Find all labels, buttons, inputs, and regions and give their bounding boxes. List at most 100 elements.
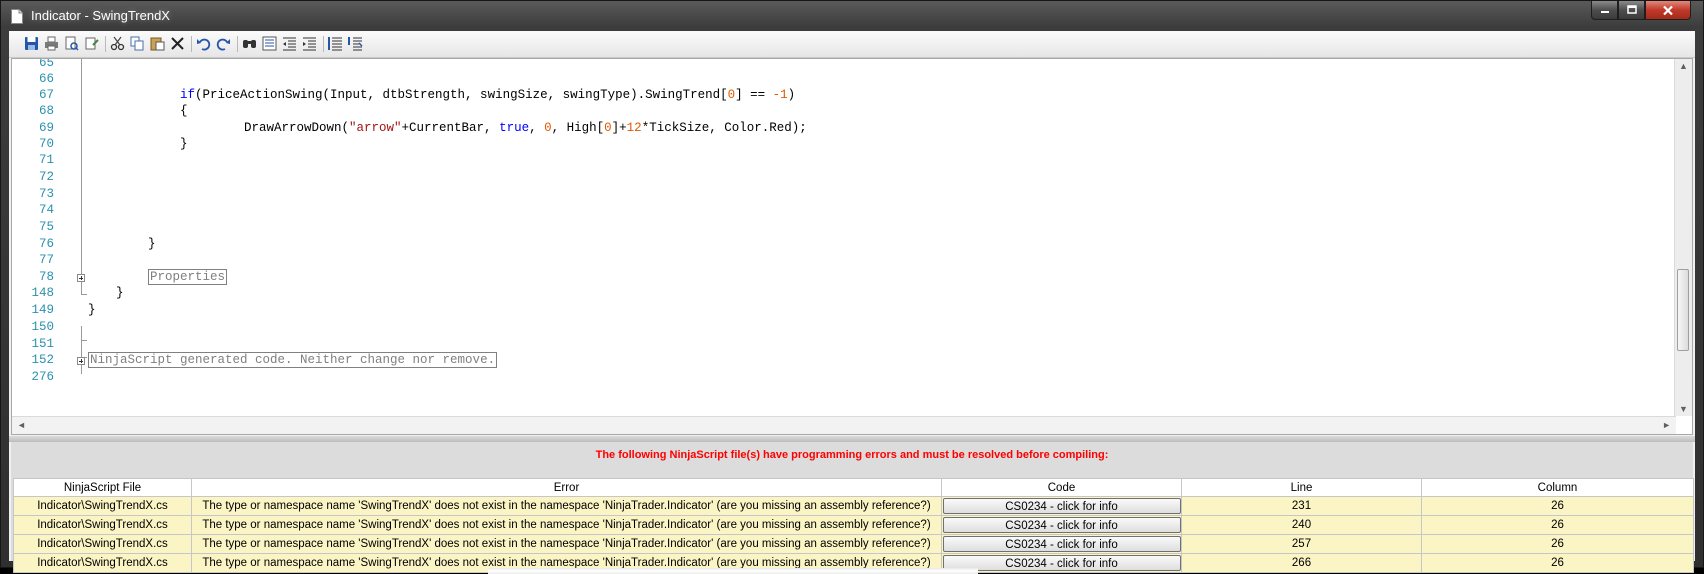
print-preview-icon[interactable]	[63, 35, 80, 52]
line-number: 150	[31, 320, 54, 334]
code-text: }	[148, 237, 156, 251]
code-text: DrawArrowDown(	[244, 121, 350, 135]
delete-icon[interactable]	[169, 35, 186, 52]
error-code-button[interactable]: CS0234 - click for info	[942, 498, 1181, 514]
code-text: )	[787, 88, 796, 102]
code-line: 70 }	[12, 136, 1672, 153]
find-icon[interactable]	[241, 35, 258, 52]
line-number: 66	[38, 72, 54, 86]
code-text: {	[180, 104, 188, 118]
page-setup-icon[interactable]	[83, 35, 100, 52]
column-header-line[interactable]: Line	[1181, 478, 1422, 497]
error-column-cell: 26	[1421, 515, 1694, 535]
code-line: 76 }	[12, 236, 1672, 253]
line-number: 78	[38, 270, 54, 284]
code-line: 66	[12, 71, 1672, 88]
line-number: 70	[38, 137, 54, 151]
error-text-cell: The type or namespace name 'SwingTrendX'…	[191, 534, 942, 554]
line-number: 75	[38, 220, 54, 234]
minimize-icon	[1600, 11, 1609, 13]
code-editor[interactable]: 65 66 67 if(PriceActionSwing(Input, dtbS…	[11, 58, 1693, 435]
code-number: 0	[544, 121, 552, 135]
code-line: 149 }	[12, 302, 1672, 319]
error-row[interactable]: Indicator\SwingTrendX.cs The type or nam…	[13, 534, 1694, 554]
code-string: "arrow"	[349, 121, 402, 135]
cut-icon[interactable]	[109, 35, 126, 52]
code-line: 151	[12, 336, 1672, 353]
code-line: 72	[12, 169, 1672, 186]
code-text: }	[116, 286, 124, 300]
error-code-cell: CS0234 - click for info	[941, 496, 1182, 516]
column-header-code[interactable]: Code	[941, 478, 1182, 497]
outdent-icon[interactable]	[281, 35, 298, 52]
error-column-cell: 26	[1421, 534, 1694, 554]
undo-icon[interactable]	[195, 35, 212, 52]
error-code-button[interactable]: CS0234 - click for info	[942, 555, 1181, 571]
comment-icon[interactable]	[327, 35, 344, 52]
indent-icon[interactable]	[301, 35, 318, 52]
print-icon[interactable]	[43, 35, 60, 52]
collapsed-region-generated-code[interactable]: NinjaScript generated code. Neither chan…	[88, 352, 498, 368]
maximize-button[interactable]	[1618, 1, 1645, 20]
ninjascript-editor-window: Indicator - SwingTrendX 65 66 67 if(Pric…	[0, 0, 1704, 573]
toolbar-separator	[191, 36, 192, 52]
code-line: 152 NinjaScript generated code. Neither …	[12, 352, 1672, 369]
line-number: 152	[31, 353, 54, 367]
expand-region-icon[interactable]	[77, 357, 85, 365]
vertical-scrollbar[interactable]: ▲ ▼	[1674, 59, 1692, 416]
scroll-left-icon[interactable]: ◄	[17, 420, 26, 430]
code-line: 75	[12, 219, 1672, 236]
column-header-file[interactable]: NinjaScript File	[13, 478, 192, 497]
code-line: 148 }	[12, 285, 1672, 302]
error-row[interactable]: Indicator\SwingTrendX.cs The type or nam…	[13, 496, 1694, 516]
code-text: +CurrentBar,	[401, 121, 500, 135]
error-file-cell: Indicator\SwingTrendX.cs	[13, 534, 192, 554]
code-keyword: if	[180, 88, 196, 102]
save-icon[interactable]	[23, 35, 40, 52]
line-number: 276	[31, 370, 54, 384]
code-line: 65	[12, 59, 1672, 72]
code-line: 68 {	[12, 103, 1672, 120]
title-bar[interactable]: Indicator - SwingTrendX	[1, 1, 1703, 31]
redo-icon[interactable]	[215, 35, 232, 52]
code-number: -1	[772, 88, 788, 102]
scroll-right-icon[interactable]: ►	[1662, 420, 1671, 430]
line-number: 74	[38, 203, 54, 217]
paste-icon[interactable]	[149, 35, 166, 52]
code-line: 69 DrawArrowDown("arrow"+CurrentBar, tru…	[12, 120, 1672, 137]
column-header-error[interactable]: Error	[191, 478, 942, 497]
error-text-cell: The type or namespace name 'SwingTrendX'…	[191, 496, 942, 516]
window-controls	[1591, 1, 1691, 21]
code-text: ]+	[611, 121, 627, 135]
minimize-button[interactable]	[1591, 1, 1618, 20]
error-file-cell: Indicator\SwingTrendX.cs	[13, 515, 192, 535]
line-number: 71	[38, 153, 54, 167]
line-number: 151	[31, 337, 54, 351]
error-column-cell: 26	[1421, 496, 1694, 516]
line-number: 69	[38, 121, 54, 135]
replace-icon[interactable]	[261, 35, 278, 52]
expand-region-icon[interactable]	[77, 274, 85, 282]
error-code-button[interactable]: CS0234 - click for info	[942, 536, 1181, 552]
error-message: The following NinjaScript file(s) have p…	[595, 449, 1109, 461]
column-header-column[interactable]: Column	[1421, 478, 1694, 497]
code-text: }	[88, 303, 96, 317]
maximize-icon	[1626, 5, 1637, 14]
line-number: 73	[38, 187, 54, 201]
error-code-button[interactable]: CS0234 - click for info	[942, 517, 1181, 533]
code-text: *TickSize, Color.Red);	[641, 121, 807, 135]
collapsed-region-properties[interactable]: Properties	[148, 269, 228, 285]
line-number: 72	[38, 170, 54, 184]
scrollbar-thumb[interactable]	[1677, 269, 1689, 351]
horizontal-scrollbar[interactable]: ◄ ►	[12, 416, 1676, 434]
close-button[interactable]	[1645, 1, 1691, 20]
scroll-down-icon[interactable]: ▼	[1679, 404, 1688, 414]
uncomment-icon[interactable]	[347, 35, 364, 52]
copy-icon[interactable]	[129, 35, 146, 52]
code-line: 67 if(PriceActionSwing(Input, dtbStrengt…	[12, 87, 1672, 104]
scroll-up-icon[interactable]: ▲	[1679, 61, 1688, 71]
toolbar-separator	[105, 36, 106, 52]
error-row[interactable]: Indicator\SwingTrendX.cs The type or nam…	[13, 515, 1694, 535]
line-number: 77	[38, 253, 54, 267]
code-line: 276	[12, 369, 1672, 386]
